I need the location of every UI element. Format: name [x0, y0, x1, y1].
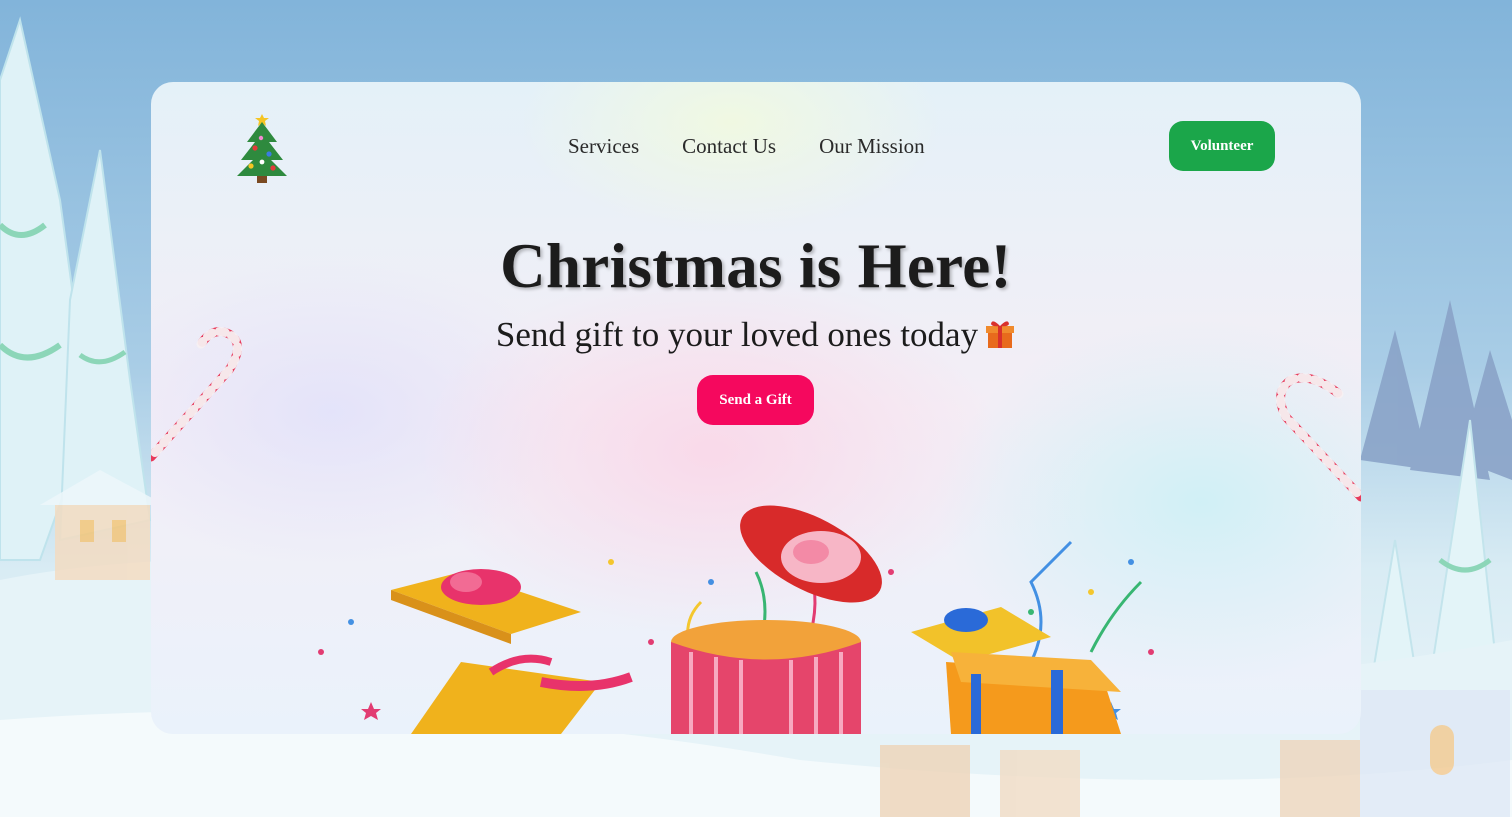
hero-subtitle: Send gift to your loved ones today	[495, 315, 979, 354]
gift-lid-center	[740, 505, 882, 603]
gift-box-left	[411, 654, 633, 734]
nav-link-our-mission[interactable]: Our Mission	[819, 134, 925, 159]
gift-boxes-illustration	[291, 502, 1191, 734]
hero-card: Services Contact Us Our Mission Voluntee…	[151, 82, 1361, 734]
volunteer-button[interactable]: Volunteer	[1169, 121, 1275, 171]
gift-box-right	[946, 652, 1121, 734]
gift-box-center	[671, 620, 861, 734]
gift-lid-left	[391, 569, 581, 644]
gift-icon	[984, 318, 1016, 350]
nav-link-contact-us[interactable]: Contact Us	[682, 134, 776, 159]
christmas-tree-logo-icon[interactable]	[233, 108, 291, 184]
candy-cane-right-icon	[1276, 373, 1361, 502]
hero-subtitle-row: Send gift to your loved ones today	[151, 315, 1361, 355]
snowy-tree-left	[0, 16, 152, 561]
main-nav: Services Contact Us Our Mission	[568, 134, 925, 159]
nav-link-services[interactable]: Services	[568, 134, 639, 159]
hero-title: Christmas is Here!	[500, 231, 1012, 301]
send-gift-button[interactable]: Send a Gift	[697, 375, 814, 425]
